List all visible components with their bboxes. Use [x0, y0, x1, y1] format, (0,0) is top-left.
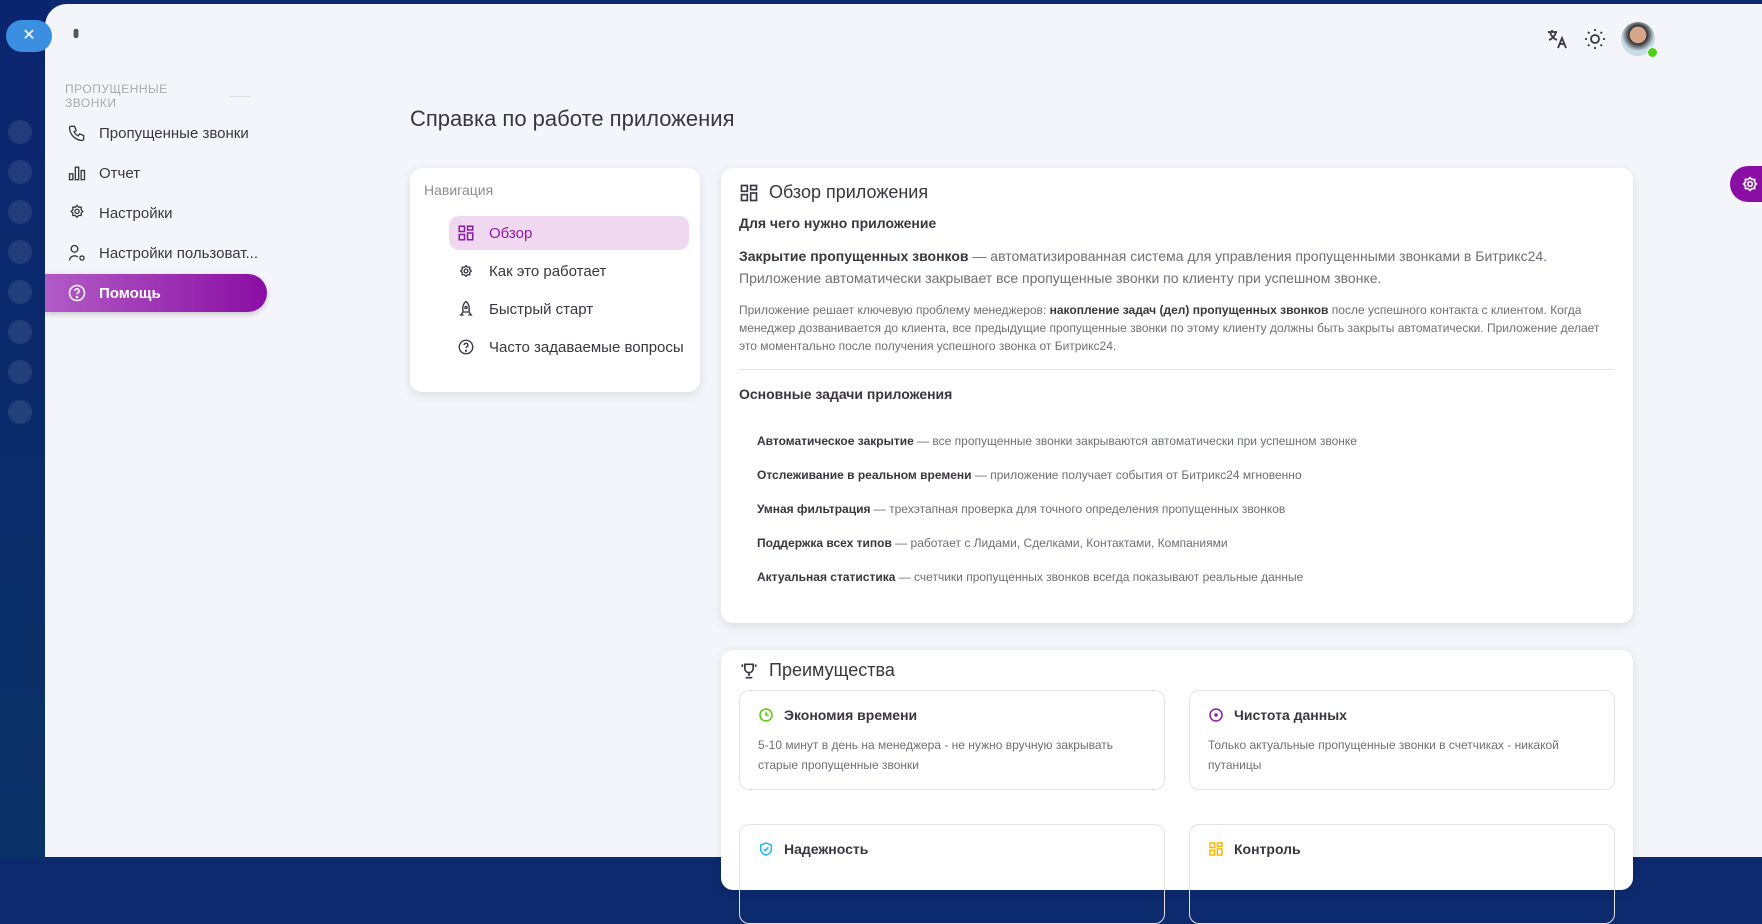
advantages-heading: Преимущества — [739, 660, 1615, 681]
tasks-title: Основные задачи приложения — [739, 386, 953, 402]
rocket-icon — [459, 300, 473, 316]
target-icon — [1209, 708, 1223, 722]
trophy-icon — [741, 663, 757, 678]
overview-heading: Обзор приложения — [739, 182, 1615, 203]
translate-icon[interactable] — [1545, 27, 1569, 51]
gear-icon — [1742, 176, 1758, 192]
nav-item-overview[interactable]: Обзор — [449, 216, 689, 250]
sidebar-item-user-settings[interactable]: Настройки пользоват... — [45, 234, 267, 272]
advantage-control: Контроль — [1189, 824, 1615, 924]
list-item: Актуальная статистика — счетчики пропуще… — [757, 570, 1304, 584]
nav-item-faq[interactable]: Часто задаваемые вопросы — [449, 330, 689, 364]
sidebar-item-missed-calls[interactable]: Пропущенные звонки — [45, 114, 267, 152]
more-menu-icon[interactable]: ••• — [66, 28, 86, 35]
portal-sidebar-background — [0, 0, 50, 857]
overview-intro: Закрытие пропущенных звонков — автоматиз… — [739, 248, 1548, 286]
overview-description: Приложение решает ключевую проблему мене… — [739, 303, 1600, 353]
sun-icon[interactable] — [1583, 27, 1607, 51]
avatar[interactable] — [1621, 22, 1658, 58]
sidebar-item-report[interactable]: Отчет — [45, 154, 267, 192]
divider — [739, 369, 1615, 370]
list-item: Автоматическое закрытие — все пропущенны… — [757, 434, 1357, 448]
gear-icon — [459, 264, 473, 278]
help-icon — [68, 284, 86, 302]
help-icon — [458, 339, 474, 355]
grid-icon — [740, 184, 758, 201]
phone-icon — [68, 125, 85, 142]
app-panel: ••• ПРОПУЩЕННЫЕ ЗВОНКИ Пропущенные звонк… — [45, 4, 1762, 924]
sidebar-item-help[interactable]: Помощь — [45, 274, 267, 312]
sidebar-item-settings[interactable]: Настройки — [45, 194, 267, 232]
help-navigation-card: Навигация Обзор Как это работает Быстрый… — [410, 168, 700, 392]
nav-item-quick-start[interactable]: Быстрый старт — [449, 292, 689, 326]
advantage-reliability: Надежность — [739, 824, 1165, 924]
gear-icon — [70, 204, 84, 219]
overview-subtitle: Для чего нужно приложение — [739, 215, 937, 231]
list-item: Отслеживание в реальном времени — прилож… — [757, 468, 1302, 482]
page-title: Справка по работе приложения — [410, 106, 735, 131]
grid-icon — [458, 225, 474, 241]
nav-item-how-it-works[interactable]: Как это работает — [449, 254, 689, 288]
list-item: Поддержка всех типов — работает с Лидами… — [757, 536, 1228, 550]
list-item: Умная фильтрация — трехэтапная проверка … — [757, 502, 1286, 516]
online-status-dot — [1647, 47, 1658, 58]
sidebar-menu: Пропущенные звонки Отчет Настройки Настр… — [45, 114, 267, 314]
advantage-data-cleanliness: Чистота данных Только актуальные пропущен… — [1189, 690, 1615, 790]
sidebar-section-title: ПРОПУЩЕННЫЕ ЗВОНКИ — [45, 82, 251, 110]
user-gear-icon — [68, 244, 85, 261]
advantage-time-saving: Экономия времени 5-10 минут в день на мен… — [739, 690, 1165, 790]
close-slider-button[interactable]: ✕ — [6, 20, 52, 52]
overview-card: Обзор приложения Для чего нужно приложен… — [721, 168, 1633, 623]
advantages-card: Преимущества Экономия времени 5-10 минут … — [721, 650, 1633, 924]
nav-title: Навигация — [424, 182, 494, 198]
bar-chart-icon — [68, 166, 86, 181]
settings-fab-button[interactable] — [1730, 166, 1762, 202]
header-actions — [1545, 22, 1658, 58]
shield-check-icon — [759, 842, 773, 856]
grid-icon — [1209, 842, 1223, 856]
clock-icon — [759, 708, 773, 722]
tasks-list: Автоматическое закрытие — все пропущенны… — [739, 434, 1615, 584]
